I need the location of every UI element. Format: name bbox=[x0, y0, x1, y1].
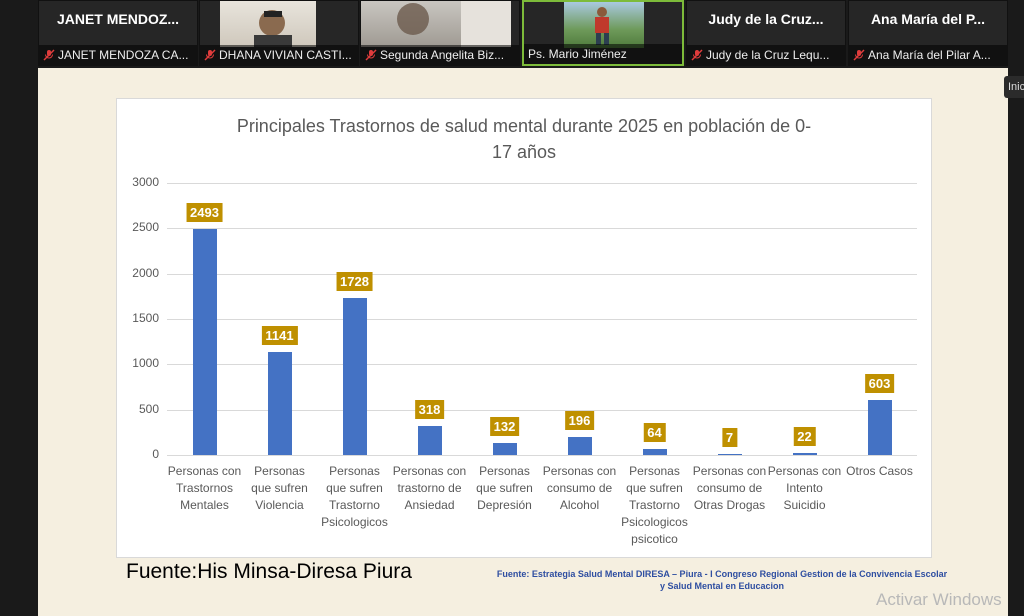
person-video-frame bbox=[397, 1, 511, 47]
x-tick-label: Personas que sufren Violencia bbox=[251, 464, 308, 512]
data-label: 1728 bbox=[336, 272, 373, 292]
side-panel-tab[interactable]: Inic bbox=[1004, 76, 1024, 98]
gridline bbox=[167, 228, 917, 230]
bar bbox=[867, 400, 892, 455]
participant-tile-judy[interactable]: Judy de la Cruz... Judy de la Cruz Lequ.… bbox=[686, 0, 846, 66]
participant-name: Ana María del Pilar A... bbox=[868, 48, 991, 62]
source-note-line-1: Fuente: Estrategia Salud Mental DIRESA –… bbox=[496, 569, 948, 579]
muted-mic-icon bbox=[365, 49, 377, 61]
data-label: 603 bbox=[864, 374, 895, 394]
x-tick-label: Personas con trastorno de Ansiedad bbox=[392, 464, 467, 512]
participant-tile-mario[interactable]: Ps. Mario Jiménez bbox=[522, 0, 684, 66]
muted-mic-icon bbox=[204, 49, 216, 61]
participant-video bbox=[564, 2, 644, 48]
x-tick-label: Personas con consumo de Otras Drogas bbox=[692, 464, 767, 512]
participant-display-name: Ana María del P... bbox=[870, 11, 986, 27]
participant-name-bar: Ana María del Pilar A... bbox=[849, 45, 1007, 65]
bar bbox=[267, 351, 292, 455]
participant-tile-janet[interactable]: JANET MENDOZ... JANET MENDOZA CA... bbox=[38, 0, 198, 66]
participant-name: DHANA VIVIAN CASTI... bbox=[219, 48, 352, 62]
gridline bbox=[167, 455, 917, 456]
participant-name-bar: JANET MENDOZA CA... bbox=[39, 45, 197, 65]
participant-strip: JANET MENDOZ... JANET MENDOZA CA... DHAN… bbox=[0, 0, 1024, 68]
gridline bbox=[167, 183, 917, 184]
chart-title-line-1: Principales Trastornos de salud mental d… bbox=[236, 116, 812, 136]
y-tick-label: 0 bbox=[152, 447, 159, 461]
bar bbox=[567, 437, 592, 455]
x-tick-label: Personas con Trastornos Mentales bbox=[167, 464, 242, 512]
data-label: 196 bbox=[564, 411, 595, 431]
participant-name-bar: Judy de la Cruz Lequ... bbox=[687, 45, 845, 65]
muted-mic-icon bbox=[691, 49, 703, 61]
participant-video bbox=[361, 1, 511, 47]
participant-display-name: Judy de la Cruz... bbox=[708, 11, 824, 27]
data-label: 132 bbox=[489, 417, 520, 437]
person-video-frame bbox=[595, 7, 609, 45]
participant-tile-dhana[interactable]: DHANA VIVIAN CASTI... bbox=[199, 0, 359, 66]
chart-title-line-2: 17 años bbox=[491, 142, 557, 162]
source-note: Fuente: Estrategia Salud Mental DIRESA –… bbox=[472, 568, 972, 592]
bar-chart: Principales Trastornos de salud mental d… bbox=[116, 98, 932, 558]
bar bbox=[792, 453, 817, 455]
data-label: 318 bbox=[414, 400, 445, 420]
bar bbox=[342, 298, 367, 455]
participant-name: Segunda Angelita Biz... bbox=[380, 48, 505, 62]
participant-display-name: JANET MENDOZ... bbox=[56, 11, 180, 27]
participant-name-bar: Segunda Angelita Biz... bbox=[361, 45, 519, 65]
participant-name: Ps. Mario Jiménez bbox=[528, 47, 627, 61]
participant-name-bar: DHANA VIVIAN CASTI... bbox=[200, 45, 358, 65]
bar bbox=[642, 449, 667, 455]
muted-mic-icon bbox=[43, 49, 55, 61]
source-caption: Fuente:His Minsa-Diresa Piura bbox=[126, 560, 412, 583]
gridline bbox=[167, 273, 917, 275]
x-tick-label: Personas que sufren Trastorno Psicologicos bbox=[321, 464, 388, 529]
data-label: 22 bbox=[793, 427, 816, 446]
y-tick-label: 2500 bbox=[132, 220, 159, 235]
participant-tile-ana[interactable]: Ana María del P... Ana María del Pilar A… bbox=[848, 0, 1008, 66]
data-label: 2493 bbox=[186, 202, 223, 222]
y-tick-label: 1000 bbox=[132, 356, 159, 371]
bar bbox=[417, 426, 442, 455]
windows-activation-watermark: Activar Windows bbox=[876, 590, 1002, 609]
x-tick-label: Personas con consumo de Alcohol bbox=[542, 464, 617, 512]
y-tick-label: 500 bbox=[138, 401, 159, 416]
gridline bbox=[167, 319, 917, 320]
participant-name: JANET MENDOZA CA... bbox=[58, 48, 189, 62]
participant-name: Judy de la Cruz Lequ... bbox=[706, 48, 830, 62]
y-tick-label: 2000 bbox=[132, 265, 159, 280]
muted-mic-icon bbox=[853, 49, 865, 61]
participant-tile-segunda[interactable]: Segunda Angelita Biz... bbox=[360, 0, 520, 66]
bar bbox=[192, 228, 217, 455]
data-label: 1141 bbox=[261, 325, 298, 345]
data-label: 7 bbox=[721, 428, 738, 448]
bar bbox=[492, 443, 517, 455]
x-tick-label: Personas con Intento Suicidio bbox=[767, 464, 842, 512]
bar bbox=[717, 454, 742, 456]
x-tick-label: Otros Casos bbox=[846, 464, 913, 478]
data-label: 64 bbox=[643, 423, 666, 443]
y-tick-label: 1500 bbox=[132, 311, 159, 325]
x-tick-label: Personas que sufren Depresión bbox=[476, 464, 533, 512]
person-video-frame bbox=[254, 10, 292, 49]
participant-video bbox=[220, 1, 316, 49]
x-tick-label: Personas que sufren Trastorno Psicologicos p… bbox=[621, 464, 688, 546]
y-tick-label: 3000 bbox=[132, 175, 159, 189]
participant-name-bar: Ps. Mario Jiménez bbox=[524, 44, 682, 64]
